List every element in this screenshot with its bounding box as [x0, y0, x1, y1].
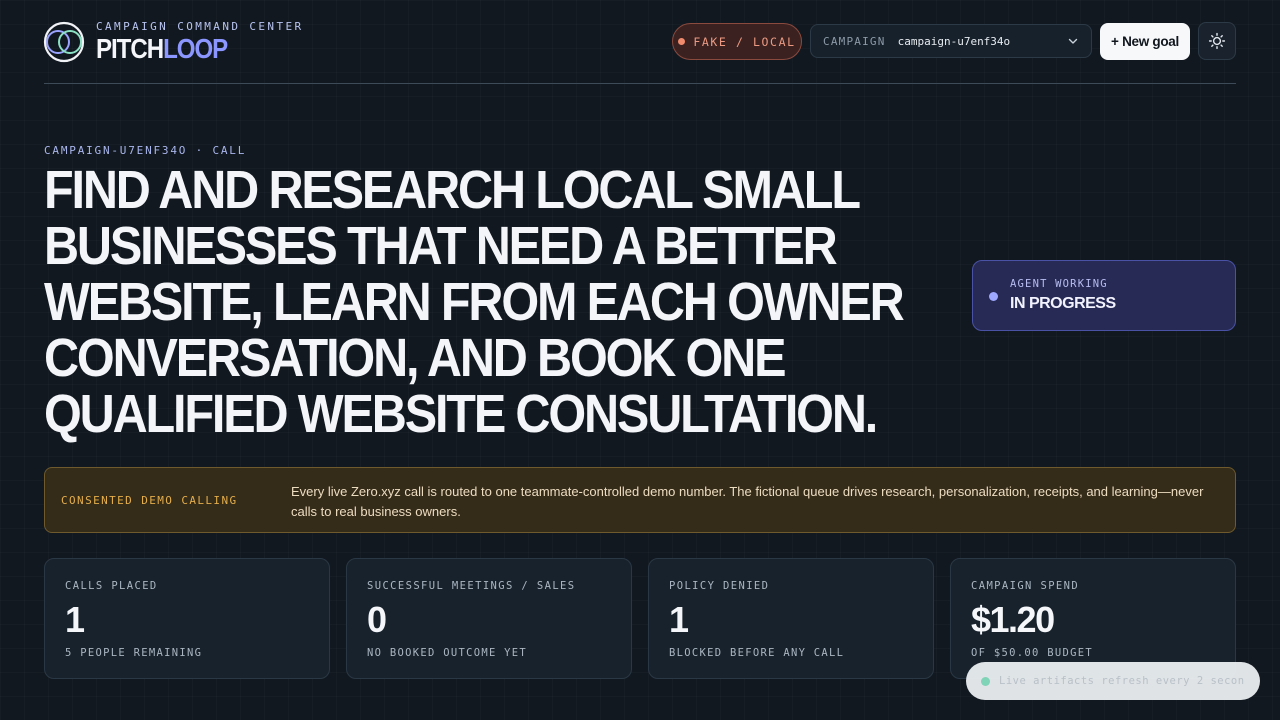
brand-logo-text[interactable]: PITCHLOOP [96, 33, 228, 65]
top-bar: CAMPAIGN COMMAND CENTER PITCHLOOP FAKE /… [43, 20, 1236, 65]
theme-toggle-button[interactable] [1198, 22, 1236, 60]
stat-label: CALLS PLACED [65, 580, 158, 592]
agent-status-card: AGENT WORKING IN PROGRESS [972, 260, 1236, 331]
stat-label: SUCCESSFUL MEETINGS / SALES [367, 580, 576, 592]
goal-headline: Find and research local small businesses… [44, 162, 905, 442]
mode-badge[interactable]: FAKE / LOCAL [672, 23, 802, 60]
stat-label: POLICY DENIED [669, 580, 770, 592]
stat-card-calls-placed: CALLS PLACED 1 5 PEOPLE REMAINING [44, 558, 330, 679]
agent-status-value: IN PROGRESS [1010, 295, 1116, 312]
brand-part-2: LOOP [163, 33, 228, 64]
live-refresh-toast: Live artifacts refresh every 2 seconds [966, 662, 1260, 700]
status-dot-icon [678, 38, 686, 45]
stat-value: $1.20 [971, 599, 1055, 640]
toast-text: Live artifacts refresh every 2 seconds [999, 675, 1245, 687]
campaign-eyebrow: CAMPAIGN-U7ENF34O · CALL [44, 144, 247, 157]
demo-calling-notice: CONSENTED DEMO CALLING Every live Zero.x… [44, 467, 1236, 533]
stat-subtext: 5 PEOPLE REMAINING [65, 647, 203, 659]
stat-value: 1 [669, 599, 689, 640]
stat-label: CAMPAIGN SPEND [971, 580, 1080, 592]
campaign-select-label: CAMPAIGN [823, 34, 886, 48]
stat-card-meetings: SUCCESSFUL MEETINGS / SALES 0 NO BOOKED … [346, 558, 632, 679]
stat-subtext: BLOCKED BEFORE ANY CALL [669, 647, 845, 659]
campaign-select[interactable]: CAMPAIGN campaign-u7enf34o [810, 24, 1092, 58]
brand-part-1: PITCH [96, 33, 164, 64]
stat-card-policy-denied: POLICY DENIED 1 BLOCKED BEFORE ANY CALL [648, 558, 934, 679]
stat-subtext: NO BOOKED OUTCOME YET [367, 647, 528, 659]
stat-subtext: OF $50.00 BUDGET [971, 647, 1093, 659]
stats-row: CALLS PLACED 1 5 PEOPLE REMAINING SUCCES… [44, 558, 1236, 679]
goal-headline-text: Find and research local small businesses… [44, 160, 905, 444]
sun-icon [1208, 32, 1226, 50]
live-dot-icon [981, 676, 990, 686]
chevron-down-icon [1068, 38, 1078, 44]
brand-subtitle: CAMPAIGN COMMAND CENTER [96, 20, 304, 33]
agent-status-label: AGENT WORKING [1010, 278, 1108, 290]
agent-status-dot-icon [989, 292, 998, 301]
stat-value: 1 [65, 599, 85, 640]
header-divider [44, 83, 1236, 84]
campaign-select-value: campaign-u7enf34o [897, 34, 1011, 48]
mode-badge-label: FAKE / LOCAL [693, 34, 796, 49]
notice-tag: CONSENTED DEMO CALLING [61, 494, 238, 507]
notice-message: Every live Zero.xyz call is routed to on… [291, 484, 1204, 519]
stat-value: 0 [367, 599, 387, 640]
stat-card-campaign-spend: CAMPAIGN SPEND $1.20 OF $50.00 BUDGET [950, 558, 1236, 679]
new-goal-button[interactable]: + New goal [1100, 23, 1190, 60]
overlapping-circles-logo [43, 21, 85, 63]
